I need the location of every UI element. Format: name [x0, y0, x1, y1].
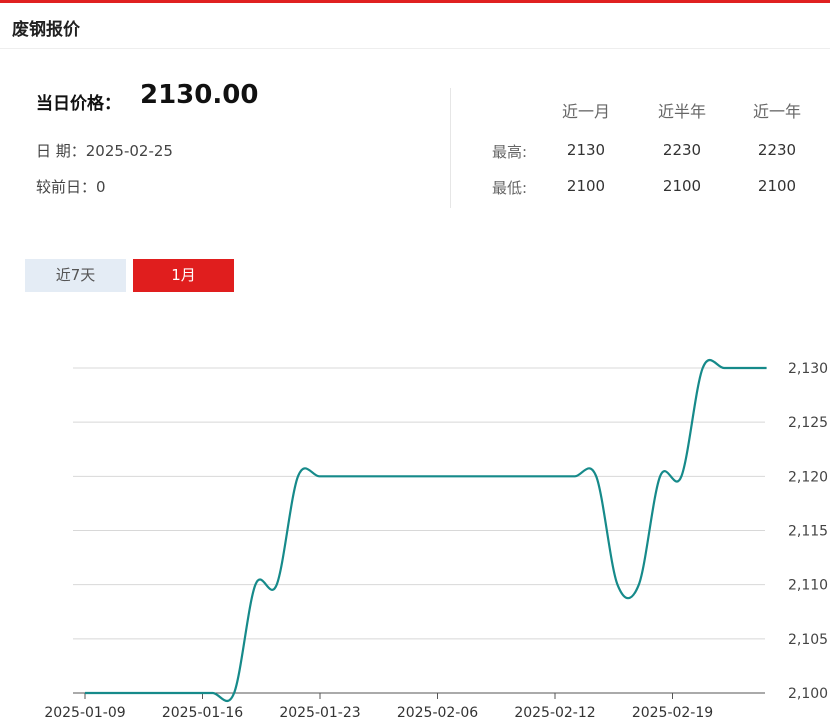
x-tick-label: 2025-01-16 [162, 705, 243, 719]
stat-low-month: 2100 [566, 177, 606, 195]
panel-title: 废钢报价 [12, 20, 80, 40]
stat-low-year: 2100 [757, 177, 797, 195]
price-line-chart: 2,100 2,105 2,110 2,115 2,120 2,125 2,130 2025-… [44, 358, 828, 719]
stat-header-year: 近一年 [752, 102, 801, 121]
stat-high-year: 2230 [757, 141, 797, 159]
panel-header: 废钢报价 [0, 3, 830, 49]
date-line: 日 期：2025-02-25 [36, 142, 173, 160]
range-1-month-button[interactable]: 1月 [133, 259, 234, 292]
stat-header-month: 近一月 [561, 102, 610, 121]
stat-high-month: 2130 [566, 141, 606, 159]
y-tick-label: 2,115 [788, 524, 828, 540]
y-tick-label: 2,110 [788, 578, 828, 594]
today-price-value: 2130.00 [140, 80, 259, 110]
stat-low-halfyear: 2100 [662, 177, 702, 195]
stat-header-halfyear: 近半年 [657, 102, 706, 121]
change-line: 较前日：0 [36, 178, 106, 196]
x-tick-label: 2025-02-12 [514, 705, 595, 719]
x-tick-label: 2025-01-23 [279, 705, 360, 719]
x-tick-label: 2025-01-09 [44, 705, 125, 719]
stat-high-label: 最高: [492, 143, 528, 161]
range-7-days-button[interactable]: 近7天 [25, 259, 126, 292]
y-tick-label: 2,125 [788, 415, 828, 431]
stat-low-label: 最低: [492, 179, 528, 197]
x-tick-label: 2025-02-19 [632, 705, 713, 719]
y-tick-label: 2,105 [788, 632, 828, 648]
y-tick-label: 2,130 [788, 361, 828, 377]
x-tick-label: 2025-02-06 [397, 705, 478, 719]
stats-divider [450, 88, 451, 208]
y-tick-label: 2,100 [788, 686, 828, 702]
y-tick-label: 2,120 [788, 469, 828, 485]
today-price-label: 当日价格： [36, 94, 121, 114]
stat-high-halfyear: 2230 [662, 141, 702, 159]
